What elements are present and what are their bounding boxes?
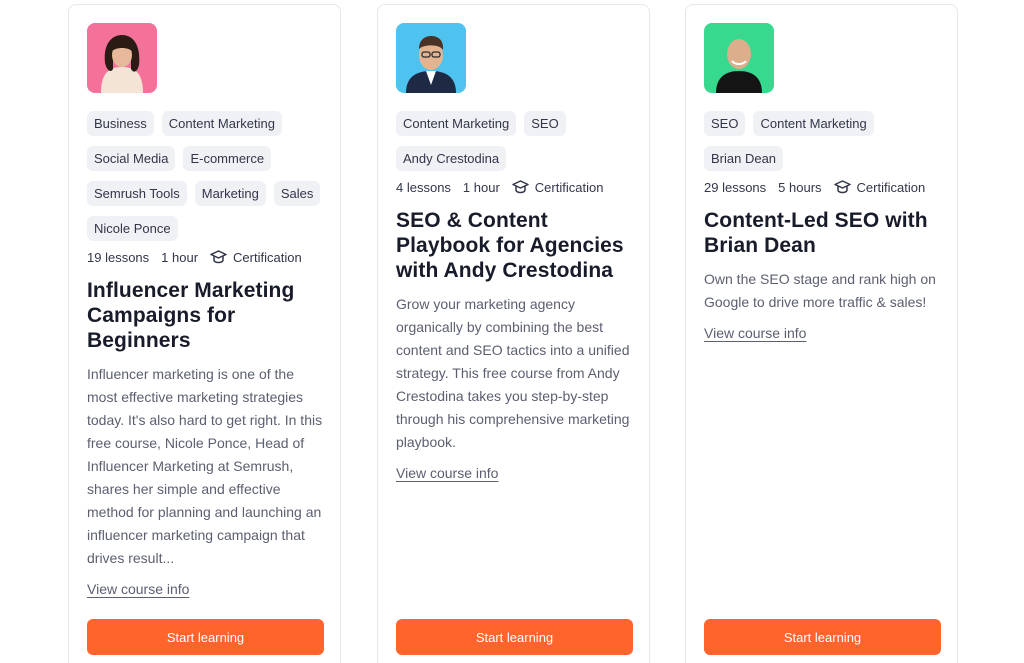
tag-list: Business Content Marketing Social Media …: [87, 111, 324, 241]
view-course-info-link[interactable]: View course info: [704, 324, 806, 342]
course-card: Business Content Marketing Social Media …: [68, 4, 341, 663]
tag-list: SEO Content Marketing Brian Dean: [704, 111, 941, 171]
course-meta: 4 lessons 1 hour Certification: [396, 179, 633, 195]
start-learning-button[interactable]: Start learning: [396, 619, 633, 655]
instructor-avatar: [396, 23, 466, 93]
lesson-count: 29 lessons: [704, 179, 767, 195]
course-duration: 1 hour: [161, 249, 199, 265]
instructor-avatar: [704, 23, 774, 93]
instructor-avatar: [87, 23, 157, 93]
lesson-count: 19 lessons: [87, 249, 150, 265]
view-course-info-link[interactable]: View course info: [396, 464, 498, 482]
certification-label: Certification: [534, 179, 604, 195]
tag[interactable]: Content Marketing: [396, 111, 517, 136]
course-duration: 1 hour: [462, 179, 500, 195]
tag[interactable]: Semrush Tools: [87, 181, 187, 206]
tag[interactable]: Brian Dean: [704, 146, 784, 171]
tag[interactable]: Content Marketing: [161, 111, 282, 136]
tag[interactable]: E-commerce: [183, 146, 272, 171]
graduation-cap-icon: [210, 250, 227, 264]
tag[interactable]: Nicole Ponce: [87, 216, 178, 241]
tag[interactable]: Andy Crestodina: [396, 146, 507, 171]
certification-label: Certification: [233, 249, 302, 265]
course-title: Influencer Marketing Campaigns for Begin…: [87, 279, 295, 352]
course-description: Influencer marketing is one of the most …: [87, 366, 323, 566]
tag[interactable]: Content Marketing: [753, 111, 874, 136]
tag[interactable]: SEO: [524, 111, 566, 136]
course-description: Own the SEO stage and rank high on Googl…: [704, 271, 936, 310]
lesson-count: 4 lessons: [396, 179, 451, 195]
course-description: Grow your marketing agency organically b…: [396, 296, 630, 450]
certification-label: Certification: [856, 179, 926, 195]
start-learning-button[interactable]: Start learning: [87, 619, 324, 655]
course-meta: 29 lessons 5 hours Certification: [704, 179, 941, 195]
course-duration: 5 hours: [778, 179, 822, 195]
course-title: Content-Led SEO with Brian Dean: [704, 209, 928, 257]
course-card: SEO Content Marketing Brian Dean 29 less…: [685, 4, 958, 663]
tag[interactable]: Social Media: [87, 146, 176, 171]
tag[interactable]: Marketing: [194, 181, 266, 206]
tag[interactable]: SEO: [704, 111, 746, 136]
course-meta: 19 lessons 1 hour Certification: [87, 249, 324, 265]
graduation-cap-icon: [512, 180, 529, 194]
tag[interactable]: Business: [87, 111, 154, 136]
tag[interactable]: Sales: [273, 181, 321, 206]
course-card: Content Marketing SEO Andy Crestodina 4 …: [377, 4, 650, 663]
course-title: SEO & Content Playbook for Agencies with…: [396, 209, 624, 282]
tag-list: Content Marketing SEO Andy Crestodina: [396, 111, 633, 171]
view-course-info-link[interactable]: View course info: [87, 580, 189, 598]
start-learning-button[interactable]: Start learning: [704, 619, 941, 655]
graduation-cap-icon: [833, 180, 851, 194]
